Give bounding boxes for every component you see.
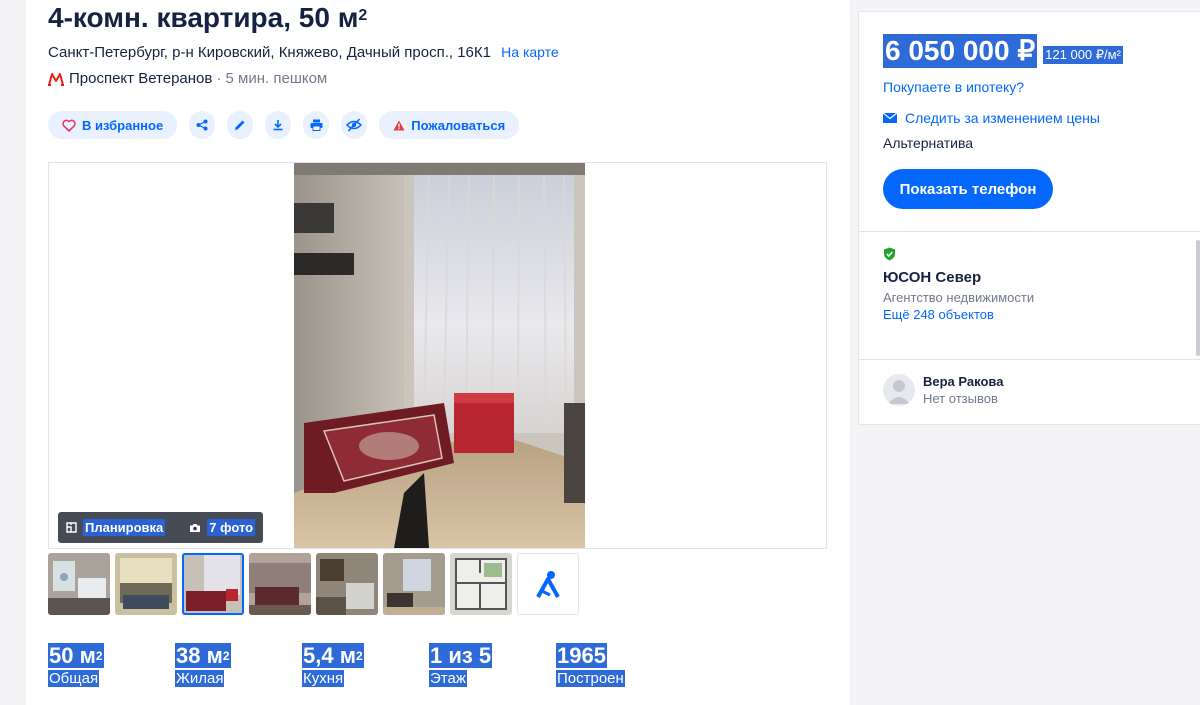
price-per-m2: 121 000 ₽/м² <box>1043 46 1123 64</box>
warning-icon <box>393 120 405 130</box>
thumbnail-bathroom[interactable] <box>48 553 110 615</box>
download-icon <box>273 120 283 131</box>
address-text: Санкт-Петербург, р-н Кировский, Княжево,… <box>48 44 491 61</box>
complain-label: Пожаловаться <box>411 117 506 133</box>
floor-plan-icon <box>66 522 77 533</box>
thumbnail-kitchen[interactable] <box>316 553 378 615</box>
listing-main: 4-комн. квартира, 50 м2 Санкт-Петербург,… <box>26 0 850 705</box>
room-photo-image <box>294 163 585 548</box>
camera-icon <box>190 523 201 532</box>
mortgage-link[interactable]: Покупаете в ипотеку? <box>883 79 1024 95</box>
stat-kitchen-area: 5,4 м2 Кухня <box>302 643 364 687</box>
divider <box>859 359 1200 360</box>
photo-count[interactable]: 7 фото <box>207 519 256 536</box>
hide-button[interactable] <box>341 111 368 139</box>
photo-gallery[interactable]: Планировка 7 фото <box>48 162 827 549</box>
stats-row: 50 м2 Общая 38 м2 Жилая 5,4 м2 Кухня 1 и… <box>48 643 683 688</box>
floor-plan-link[interactable]: Планировка <box>83 519 166 536</box>
verified-shield-icon <box>884 247 895 261</box>
map-link[interactable]: На карте <box>501 44 559 60</box>
stat-living-area: 38 м2 Жилая <box>175 643 231 687</box>
metro-info: Проспект Ветеранов · 5 мин. пешком <box>48 70 327 88</box>
address: Санкт-Петербург, р-н Кировский, Княжево,… <box>48 43 559 62</box>
thumbnail-living-room[interactable] <box>115 553 177 615</box>
metro-station[interactable]: Проспект Ветеранов <box>69 70 212 88</box>
thumbnail-cian-logo[interactable] <box>517 553 579 615</box>
favorite-button[interactable]: В избранное <box>48 111 178 139</box>
thumbnail-window-room[interactable] <box>383 553 445 615</box>
follow-price-link[interactable]: Следить за изменением цены <box>883 110 1100 126</box>
metro-icon <box>48 73 64 86</box>
printer-icon <box>310 119 323 131</box>
thumbnail-floor-plan[interactable] <box>450 553 512 615</box>
agent-name: Вера Ракова <box>923 374 1004 389</box>
share-icon <box>196 119 208 131</box>
action-bar: В избранное Пожаловаться <box>48 111 520 139</box>
agent-reviews: Нет отзывов <box>923 391 998 406</box>
agency-type: Агентство недвижимости <box>883 290 1035 305</box>
scrollbar[interactable] <box>1196 240 1200 356</box>
agency-name[interactable]: ЮСОН Север <box>883 269 981 286</box>
eye-off-icon <box>346 118 363 132</box>
gallery-badge[interactable]: Планировка 7 фото <box>58 512 264 543</box>
heart-icon <box>62 119 76 132</box>
edit-button[interactable] <box>227 111 254 139</box>
envelope-icon <box>883 113 897 123</box>
favorite-label: В избранное <box>82 117 164 133</box>
thumbnail-sofa-room[interactable] <box>249 553 311 615</box>
price-block: 6 050 000 ₽ 121 000 ₽/м² <box>883 34 1123 68</box>
stat-total-area: 50 м2 Общая <box>48 643 104 687</box>
page-title: 4-комн. квартира, 50 м2 <box>48 2 368 33</box>
pencil-icon <box>235 120 245 130</box>
thumbnail-bedroom-carpet[interactable] <box>182 553 244 615</box>
cian-logo-icon <box>536 571 560 598</box>
metro-walk-time: · 5 мин. пешком <box>216 70 328 87</box>
follow-price-label: Следить за изменением цены <box>905 110 1100 126</box>
avatar <box>883 374 915 406</box>
price-sidebar: 6 050 000 ₽ 121 000 ₽/м² Покупаете в ипо… <box>858 11 1200 425</box>
print-button[interactable] <box>303 111 330 139</box>
thumbnail-strip <box>48 553 579 615</box>
sale-type: Альтернатива <box>883 135 974 151</box>
share-button[interactable] <box>189 111 216 139</box>
agency-more-link[interactable]: Ещё 248 объектов <box>883 307 994 322</box>
complain-button[interactable]: Пожаловаться <box>379 111 520 139</box>
divider <box>859 231 1200 232</box>
agent-card[interactable]: Вера Ракова Нет отзывов <box>883 374 1003 406</box>
stat-year-built: 1965 Построен <box>556 643 625 687</box>
stat-floor: 1 из 5 Этаж <box>429 643 493 687</box>
show-phone-button[interactable]: Показать телефон <box>883 169 1053 209</box>
price: 6 050 000 ₽ <box>883 34 1038 68</box>
main-photo[interactable] <box>294 163 585 548</box>
download-button[interactable] <box>265 111 292 139</box>
